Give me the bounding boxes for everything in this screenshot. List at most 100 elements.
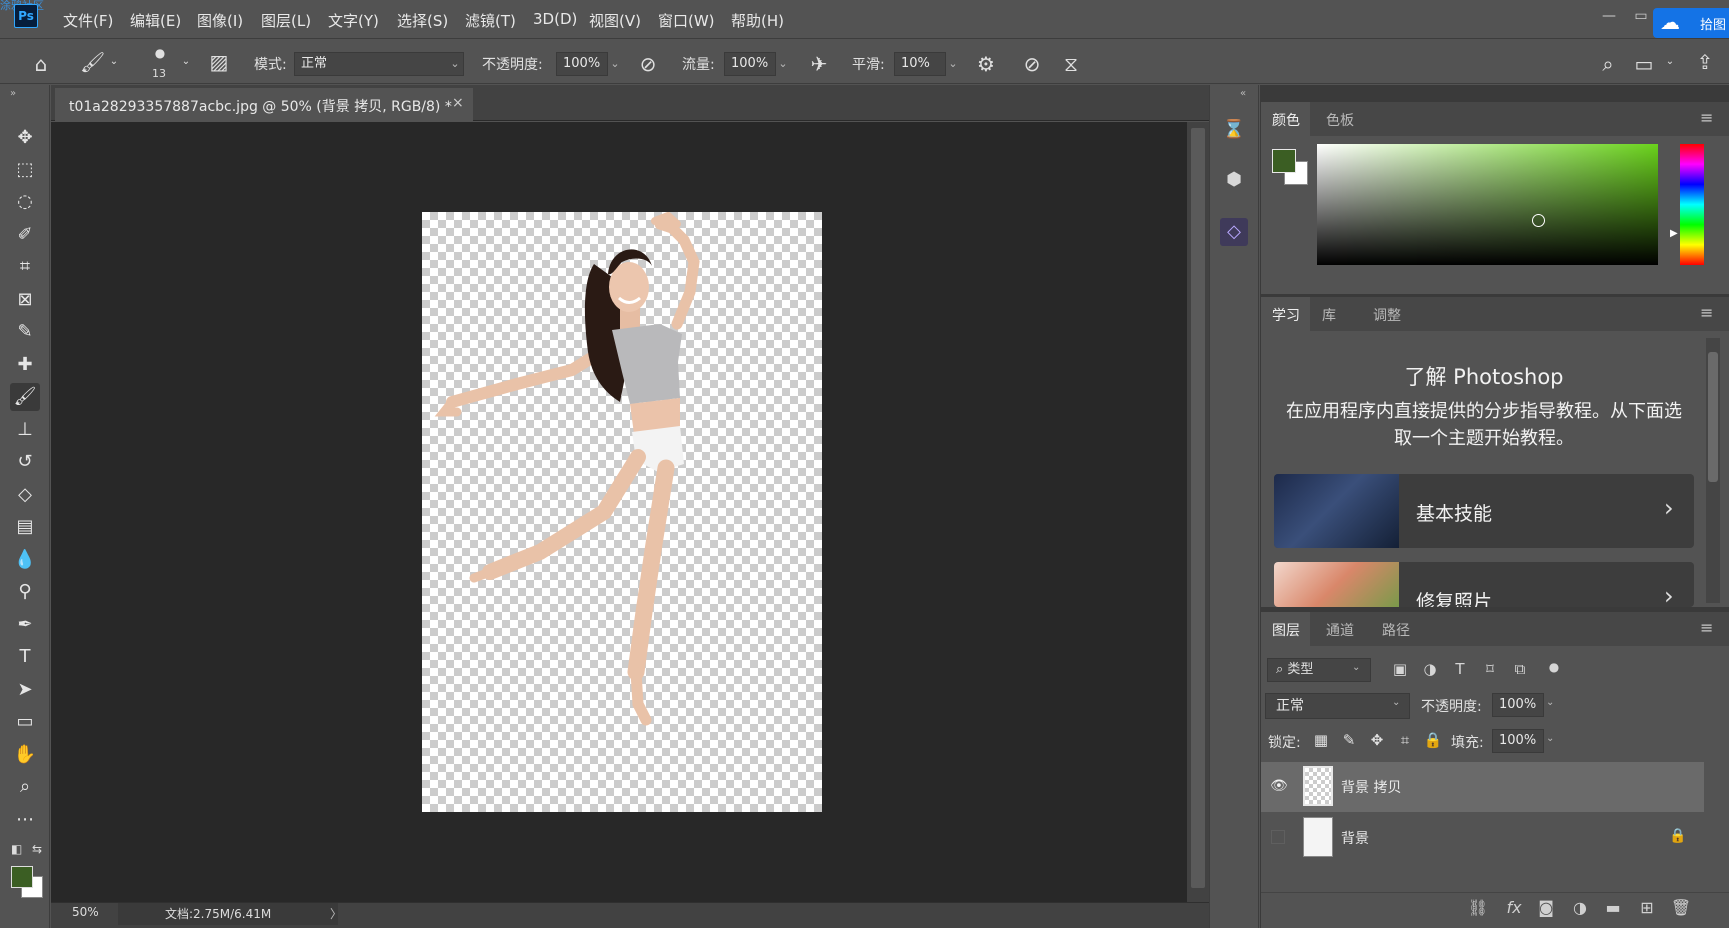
color-picker-field[interactable] (1317, 144, 1658, 265)
minimize-button[interactable]: — (1598, 8, 1620, 24)
eraser-tool-icon[interactable]: ◇ (10, 481, 40, 509)
tab-libraries[interactable]: 库 (1322, 305, 1336, 325)
color-picker-cursor[interactable] (1532, 214, 1545, 227)
scrollbar-thumb[interactable] (1708, 352, 1718, 482)
lock-artboard-icon[interactable]: ⌗ (1394, 731, 1416, 749)
lock-position-icon[interactable]: ✥ (1366, 731, 1388, 749)
menu-edit[interactable]: 编辑(E) (130, 10, 181, 31)
quick-select-tool-icon[interactable]: ✐ (10, 221, 40, 249)
symmetry-icon[interactable]: ⧖ (1058, 52, 1084, 76)
restore-button[interactable]: ▭ (1630, 8, 1652, 24)
pressure-size-icon[interactable]: ⊘ (1020, 52, 1044, 76)
gradient-tool-icon[interactable]: ▤ (10, 513, 40, 541)
lock-icon[interactable]: 🔒 (1669, 828, 1686, 844)
document-canvas[interactable] (422, 212, 822, 812)
panel-menu-icon[interactable]: ≡ (1700, 618, 1713, 637)
menu-type[interactable]: 文字(Y) (328, 10, 379, 31)
menu-help[interactable]: 帮助(H) (731, 10, 784, 31)
history-brush-tool-icon[interactable]: ↺ (10, 448, 40, 476)
foreground-color-swatch[interactable] (11, 866, 33, 888)
filter-adjustment-icon[interactable]: ◑ (1420, 660, 1440, 678)
tab-adjustments[interactable]: 调整 (1373, 305, 1401, 325)
chevron-down-icon[interactable]: ⌄ (1392, 697, 1400, 708)
learn-card-basic-skills[interactable]: 基本技能 › (1274, 474, 1694, 548)
foreground-color-chip[interactable] (1272, 149, 1296, 173)
3d-panel-icon[interactable]: ⬢ (1220, 166, 1248, 194)
chevron-down-icon[interactable]: ⌄ (1664, 56, 1676, 67)
move-tool-icon[interactable]: ✥ (10, 124, 40, 152)
history-panel-icon[interactable]: ⌛ (1220, 116, 1248, 144)
add-mask-icon[interactable]: ◙ (1535, 898, 1557, 917)
blur-tool-icon[interactable]: 💧 (10, 546, 40, 574)
type-tool-icon[interactable]: T (10, 643, 40, 671)
fx-icon[interactable]: fx (1503, 898, 1525, 917)
brush-tip-icon[interactable]: ● (150, 46, 170, 60)
learn-card-fix-photo[interactable]: 修复照片 › (1274, 562, 1694, 607)
filter-type-icon[interactable]: T (1450, 660, 1470, 678)
close-icon[interactable]: × (452, 95, 464, 111)
mode-select[interactable]: 正常 (294, 52, 464, 76)
filter-smart-object-icon[interactable]: ⧉ (1510, 660, 1530, 678)
chevron-down-icon[interactable]: ⌄ (1352, 662, 1360, 673)
tab-color[interactable]: 颜色 (1272, 110, 1300, 130)
default-colors-icon[interactable]: ◧ (11, 842, 22, 856)
chevron-down-icon[interactable]: ⌄ (1546, 733, 1554, 744)
pressure-opacity-icon[interactable]: ⊘ (636, 52, 660, 76)
visibility-toggle[interactable] (1271, 830, 1285, 844)
share-icon[interactable]: ⇪ (1692, 50, 1718, 74)
menu-select[interactable]: 选择(S) (397, 10, 448, 31)
workspace-icon[interactable]: ▭ (1632, 52, 1656, 76)
zoom-tool-icon[interactable]: ⌕ (10, 773, 40, 801)
crop-tool-icon[interactable]: ⌗ (10, 253, 40, 281)
brush-tool-icon[interactable]: 🖌 (10, 383, 40, 411)
stamp-tool-icon[interactable]: ⊥ (10, 416, 40, 444)
layer-opacity-field[interactable]: 100% (1492, 693, 1544, 717)
smoothing-field[interactable]: 10% (894, 52, 946, 76)
pen-tool-icon[interactable]: ✒ (10, 611, 40, 639)
flow-field[interactable]: 100% (724, 52, 776, 76)
chevron-down-icon[interactable]: ⌄ (1546, 697, 1554, 708)
zoom-level[interactable]: 50% (72, 905, 99, 919)
chevron-down-icon[interactable]: ⌄ (774, 52, 792, 76)
menu-layer[interactable]: 图层(L) (261, 10, 311, 31)
filter-pixel-icon[interactable]: ▣ (1390, 660, 1410, 678)
chevron-down-icon[interactable]: ⌄ (446, 52, 464, 76)
marquee-tool-icon[interactable]: ⬚ (10, 156, 40, 184)
visibility-eye-icon[interactable]: 👁 (1270, 778, 1288, 794)
dodge-tool-icon[interactable]: ⚲ (10, 578, 40, 606)
panel-menu-icon[interactable]: ≡ (1700, 303, 1713, 322)
blend-mode-select[interactable]: 正常 (1265, 693, 1410, 719)
collapse-icon[interactable]: » (10, 88, 16, 99)
fill-field[interactable]: 100% (1492, 729, 1544, 753)
adjustment-layer-icon[interactable]: ◑ (1569, 898, 1591, 917)
link-layers-icon[interactable]: ⛓ (1467, 898, 1489, 917)
swap-colors-icon[interactable]: ⇆ (32, 842, 42, 856)
healing-brush-tool-icon[interactable]: ✚ (10, 351, 40, 379)
lock-image-icon[interactable]: ✎ (1338, 731, 1360, 749)
hand-tool-icon[interactable]: ✋ (10, 741, 40, 769)
eyedropper-tool-icon[interactable]: ✎ (10, 318, 40, 346)
brush-settings-icon[interactable]: ▨ (206, 50, 232, 74)
path-select-tool-icon[interactable]: ➤ (10, 676, 40, 704)
eraser-panel-icon[interactable]: ◇ (1220, 218, 1248, 246)
menu-window[interactable]: 窗口(W) (658, 10, 715, 31)
panel-menu-icon[interactable]: ≡ (1700, 108, 1713, 127)
menu-view[interactable]: 视图(V) (589, 10, 641, 31)
filter-toggle-icon[interactable]: ● (1544, 660, 1564, 674)
tab-learn[interactable]: 学习 (1272, 305, 1300, 325)
home-icon[interactable]: ⌂ (28, 52, 54, 76)
tab-channels[interactable]: 通道 (1326, 620, 1354, 640)
hue-slider[interactable] (1680, 144, 1704, 265)
collapse-icon[interactable]: « (1240, 88, 1246, 99)
more-tools-icon[interactable]: ⋯ (10, 806, 40, 834)
filter-shape-icon[interactable]: ⌑ (1480, 660, 1500, 678)
layer-name[interactable]: 背景 (1341, 828, 1369, 848)
tab-paths[interactable]: 路径 (1382, 620, 1410, 640)
new-group-icon[interactable]: ▬ (1602, 898, 1624, 917)
search-icon[interactable]: ⌕ (1596, 52, 1620, 76)
hue-slider-handle[interactable]: ▶ (1670, 228, 1678, 239)
scrollbar-thumb[interactable] (1191, 128, 1205, 888)
chevron-down-icon[interactable]: ⌄ (606, 52, 624, 76)
menu-image[interactable]: 图像(I) (197, 10, 243, 31)
menu-filter[interactable]: 滤镜(T) (465, 10, 516, 31)
